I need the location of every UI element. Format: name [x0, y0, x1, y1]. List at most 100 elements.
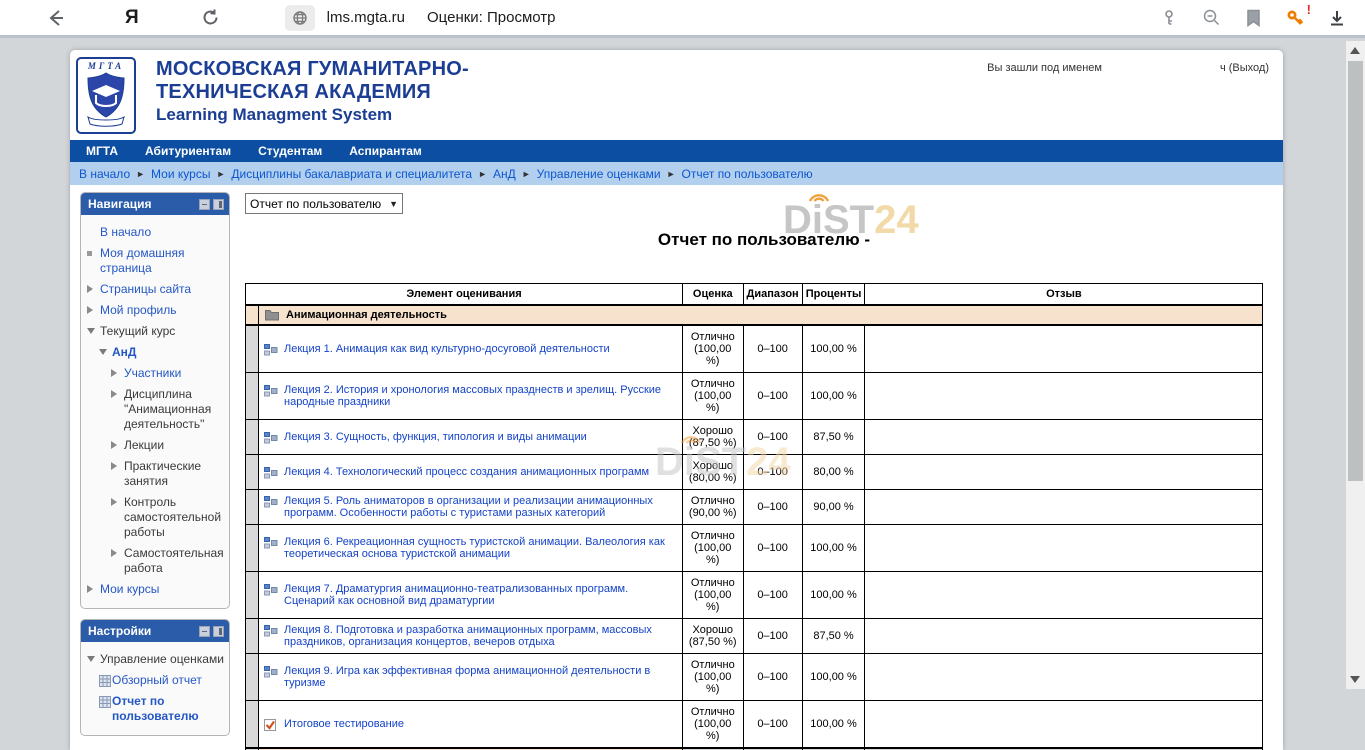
back-icon[interactable] — [42, 4, 70, 32]
scroll-down-arrow[interactable] — [1350, 676, 1360, 683]
breadcrumb-link[interactable]: Отчет по пользователю — [682, 167, 813, 181]
grade-item-link[interactable]: Лекция 3. Сущность, функция, типология и… — [284, 431, 587, 443]
column-header: Диапазон — [743, 284, 802, 306]
grade-item-link[interactable]: Лекция 9. Игра как эффективная форма ани… — [284, 665, 678, 689]
grade-item-link[interactable]: Лекция 6. Рекреационная сущность туристс… — [284, 536, 678, 560]
navigation-block-header: Навигация — [81, 193, 229, 215]
feedback-cell — [865, 525, 1263, 572]
scroll-up-arrow[interactable] — [1350, 47, 1360, 54]
settings-item[interactable]: Обзорный отчет — [84, 670, 226, 691]
block-collapse-icon[interactable] — [199, 626, 210, 637]
percent-cell: 100,00 % — [802, 654, 865, 701]
settings-item[interactable]: Отчет по пользователю — [84, 691, 226, 727]
scrollbar-thumb[interactable] — [1348, 61, 1363, 481]
tree-item-label: В начало — [100, 225, 151, 239]
folder-icon — [265, 309, 279, 321]
tree-item-label: Лекции — [124, 438, 164, 452]
navigation-item[interactable]: Текущий курс — [84, 321, 226, 342]
navigation-item[interactable]: АнД — [84, 342, 226, 363]
breadcrumb-link[interactable]: Мои курсы — [151, 167, 210, 181]
grade-cell: Хорошо(87,50 %) — [683, 420, 744, 455]
grade-item-link[interactable]: Лекция 5. Роль аниматоров в организации … — [284, 495, 678, 519]
grade-cell: Хорошо(80,00 %) — [683, 455, 744, 490]
login-name-tail: ч — [1220, 62, 1226, 74]
grade-percent-label: (80,00 %) — [687, 472, 739, 484]
tree-item-label: Самостоятельная работа — [124, 546, 224, 575]
breadcrumb-link[interactable]: Дисциплины бакалавриата и специалитета — [231, 167, 472, 181]
main-nav-item[interactable]: Аспирантам — [349, 144, 422, 158]
main-nav-item[interactable]: МГТА — [86, 144, 118, 158]
block-dock-icon[interactable] — [213, 626, 224, 637]
grade-percent-label: (90,00 %) — [687, 507, 739, 519]
tree-collapsed-icon[interactable] — [111, 390, 117, 398]
main-nav-item[interactable]: Абитуриентам — [145, 144, 231, 158]
site-security-globe-icon[interactable] — [285, 5, 315, 31]
tree-collapsed-icon[interactable] — [111, 462, 117, 470]
tree-collapsed-icon[interactable] — [111, 549, 117, 557]
navigation-item[interactable]: Дисциплина "Анимационная деятельность" — [84, 384, 226, 435]
tree-collapsed-icon[interactable] — [87, 306, 93, 314]
grades-table: Элемент оцениванияОценкаДиапазонПроценты… — [245, 283, 1263, 750]
grade-percent-label: (100,00 %) — [687, 671, 739, 695]
tree-item-label: Обзорный отчет — [112, 673, 202, 687]
percent-cell: 100,00 % — [802, 325, 865, 373]
range-cell: 0–100 — [743, 654, 802, 701]
main-nav-item[interactable]: Студентам — [258, 144, 322, 158]
grade-item-link[interactable]: Лекция 7. Драматургия анимационно-театра… — [284, 583, 678, 607]
navigation-item[interactable]: В начало — [84, 222, 226, 243]
grade-item-link[interactable]: Лекция 2. История и хронология массовых … — [284, 384, 678, 408]
tree-collapsed-icon[interactable] — [87, 285, 93, 293]
tree-collapsed-icon[interactable] — [111, 369, 117, 377]
navigation-item[interactable]: Моя домашняя страница — [84, 243, 226, 279]
zoom-page-icon[interactable] — [1197, 4, 1225, 32]
indent-cell — [246, 455, 259, 490]
breadcrumb-link[interactable]: В начало — [79, 167, 130, 181]
table-row: Лекция 7. Драматургия анимационно-театра… — [246, 572, 1263, 619]
table-row: Лекция 9. Игра как эффективная форма ани… — [246, 654, 1263, 701]
address-bar-url[interactable]: lms.mgta.ru — [327, 9, 405, 26]
tree-expanded-icon[interactable] — [99, 349, 107, 355]
yandex-browser-logo[interactable]: Я — [125, 7, 139, 29]
settings-item[interactable]: Управление оценками — [84, 649, 226, 670]
grade-item-link[interactable]: Итоговое тестирование — [284, 718, 404, 730]
grade-item-link[interactable]: Лекция 8. Подготовка и разработка анимац… — [284, 624, 678, 648]
saved-passwords-key-icon[interactable] — [1155, 4, 1183, 32]
navigation-item[interactable]: Страницы сайта — [84, 279, 226, 300]
navigation-item[interactable]: Мои курсы — [84, 579, 226, 600]
grade-item-link[interactable]: Лекция 4. Технологический процесс создан… — [284, 466, 649, 478]
block-dock-icon[interactable] — [213, 199, 224, 210]
tree-collapsed-icon[interactable] — [87, 585, 93, 593]
grade-percent-label: (100,00 %) — [687, 343, 739, 367]
navigation-item[interactable]: Контроль самостоятельной работы — [84, 492, 226, 543]
block-collapse-icon[interactable] — [199, 199, 210, 210]
download-icon[interactable] — [1323, 4, 1351, 32]
range-cell: 0–100 — [743, 420, 802, 455]
tree-item-label: АнД — [112, 345, 136, 359]
logout-link[interactable]: (Выход) — [1229, 62, 1269, 74]
tree-item-label: Практические занятия — [124, 459, 201, 488]
navigation-item[interactable]: Мой профиль — [84, 300, 226, 321]
breadcrumb-link[interactable]: Управление оценками — [537, 167, 661, 181]
indent-cell — [246, 619, 259, 654]
refresh-icon[interactable] — [197, 4, 225, 32]
password-alert-icon[interactable]: ! — [1281, 4, 1309, 32]
range-cell: 0–100 — [743, 572, 802, 619]
scrollbar[interactable] — [1346, 41, 1365, 689]
breadcrumb-link[interactable]: АнД — [493, 167, 516, 181]
tree-expanded-icon[interactable] — [87, 656, 95, 662]
navigation-item[interactable]: Самостоятельная работа — [84, 543, 226, 579]
lesson-icon — [264, 385, 278, 397]
indent-cell — [246, 420, 259, 455]
navigation-item[interactable]: Участники — [84, 363, 226, 384]
navigation-item[interactable]: Практические занятия — [84, 456, 226, 492]
tree-expanded-icon[interactable] — [87, 328, 95, 334]
bookmark-icon[interactable] — [1239, 4, 1267, 32]
grade-cell: Отлично(90,00 %) — [683, 490, 744, 525]
navigation-item[interactable]: Лекции — [84, 435, 226, 456]
tree-collapsed-icon[interactable] — [111, 441, 117, 449]
grade-item-link[interactable]: Лекция 1. Анимация как вид культурно-дос… — [284, 343, 610, 355]
report-type-select[interactable]: Отчет по пользователю ▼ — [245, 193, 403, 214]
tree-collapsed-icon[interactable] — [111, 498, 117, 506]
navigation-block: Навигация В началоМоя домашняя страницаС… — [80, 192, 230, 609]
grade-label: Хорошо — [687, 460, 739, 472]
